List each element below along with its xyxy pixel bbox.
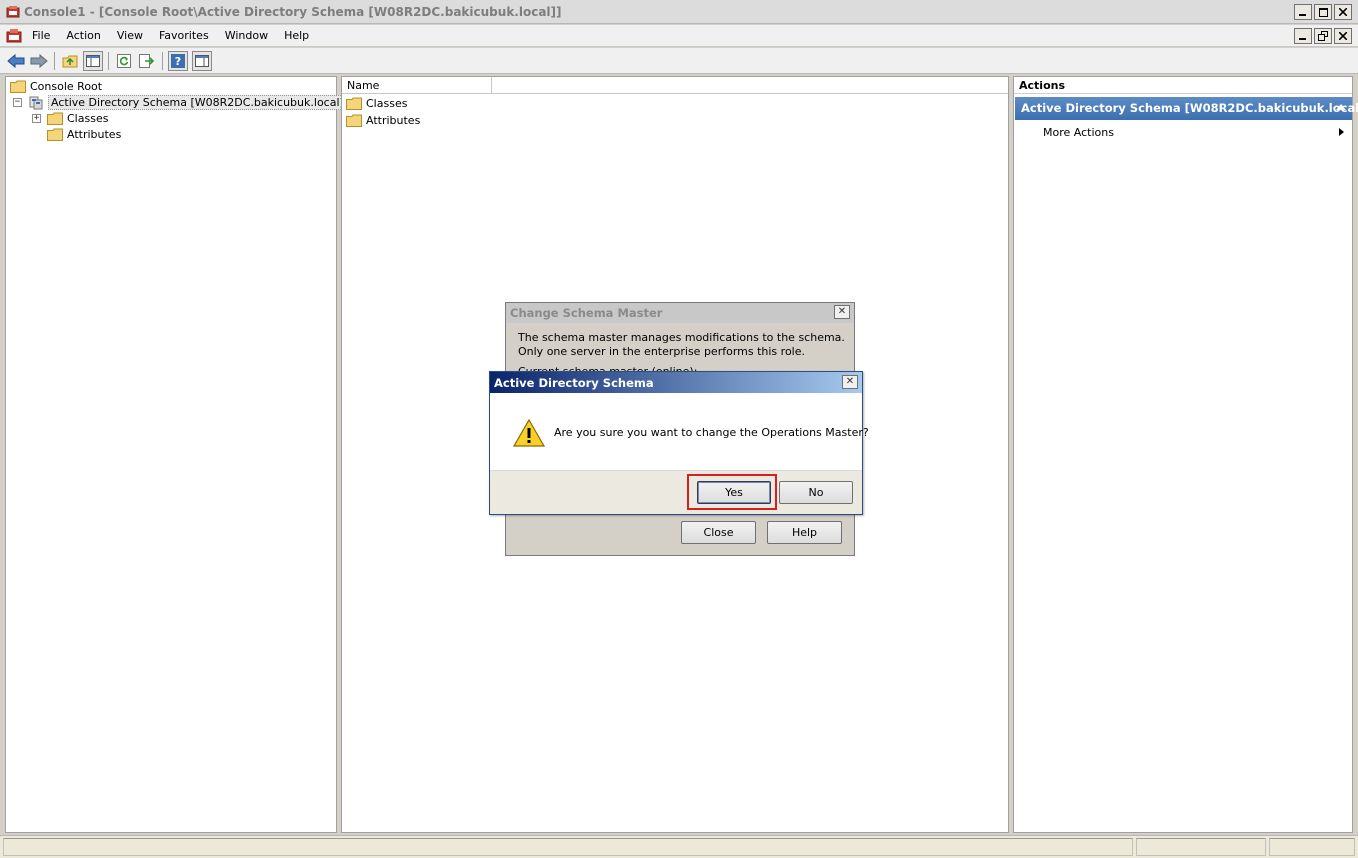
menu-action[interactable]: Action (58, 29, 108, 42)
list-column-header: Name (342, 77, 1008, 94)
more-actions-link[interactable]: More Actions (1043, 126, 1114, 139)
tree-node-label: Classes (67, 111, 109, 125)
tree-node-attributes[interactable]: Attributes (47, 126, 121, 142)
folder-icon (47, 112, 63, 125)
menu-window[interactable]: Window (217, 29, 276, 42)
help-dialog-button[interactable]: Help (767, 521, 842, 544)
menu-items: File Action View Favorites Window Help (24, 29, 317, 42)
show-hide-console-tree-button[interactable] (83, 51, 103, 71)
collapse-caret-icon[interactable] (1336, 104, 1346, 110)
confirm-message: Are you sure you want to change the Oper… (554, 426, 869, 439)
dialog-title: Change Schema Master (510, 306, 663, 320)
help-icon: ? (171, 54, 185, 68)
list-item[interactable]: Attributes (346, 112, 420, 128)
show-hide-action-pane-button[interactable] (192, 51, 212, 71)
schema-snapin-icon (28, 96, 44, 109)
help-button[interactable]: ? (168, 51, 188, 71)
dialog-close-button[interactable]: ✕ (834, 305, 850, 319)
tree-node-label: Attributes (67, 127, 122, 141)
toolbar: ? (0, 48, 1358, 74)
confirm-dialog-title-bar: Active Directory Schema ✕ (490, 372, 862, 393)
console-document-icon[interactable] (6, 28, 22, 44)
highlight-box (687, 474, 777, 510)
back-button[interactable] (6, 51, 26, 71)
tree-node-schema[interactable]: − Active Directory Schema [W08R2DC.bakic… (13, 94, 347, 110)
document-window-controls (1294, 28, 1352, 44)
minimize-button[interactable] (1294, 4, 1312, 20)
forward-button[interactable] (29, 51, 49, 71)
collapse-expander-icon[interactable]: − (13, 97, 22, 107)
folder-icon (346, 97, 362, 110)
actions-pane: Actions Active Directory Schema [W08R2DC… (1013, 76, 1358, 833)
confirm-dialog-title: Active Directory Schema (494, 376, 654, 390)
submenu-arrow-icon[interactable] (1339, 128, 1344, 136)
list-item[interactable]: Classes (346, 95, 407, 111)
close-button[interactable]: Close (681, 521, 756, 544)
status-cell (3, 838, 1133, 856)
doc-close-button[interactable] (1334, 28, 1352, 44)
close-icon (1339, 8, 1347, 16)
status-bar (0, 835, 1358, 858)
close-window-button[interactable] (1334, 4, 1352, 20)
status-cell (1136, 838, 1266, 856)
column-header-name[interactable]: Name (342, 77, 492, 94)
minimize-icon (1299, 14, 1306, 16)
actions-section-header[interactable]: Active Directory Schema [W08R2DC.bakicub… (1015, 97, 1358, 120)
status-cell (1269, 838, 1355, 856)
dialog-title-bar: Change Schema Master ✕ (506, 303, 854, 323)
action-pane-icon (195, 55, 209, 67)
tree-node-label: Console Root (30, 79, 103, 93)
console-tree-pane: Console Root − Active Directory Schema [… (5, 76, 347, 833)
svg-text:?: ? (175, 55, 181, 68)
folder-icon (346, 114, 362, 127)
window-title: Console1 - [Console Root\Active Director… (24, 5, 562, 19)
menu-file[interactable]: File (24, 29, 58, 42)
menu-favorites[interactable]: Favorites (151, 29, 217, 42)
list-item-label: Classes (366, 96, 408, 110)
folder-up-icon (62, 55, 78, 68)
confirm-button-area: Yes No (490, 470, 862, 514)
no-button[interactable]: No (779, 481, 853, 504)
close-icon (1339, 32, 1347, 40)
confirm-dialog-close-button[interactable]: ✕ (842, 375, 858, 389)
menu-help[interactable]: Help (276, 29, 317, 42)
toolbar-separator (54, 52, 55, 70)
maximize-icon (1318, 7, 1328, 17)
forward-arrow-icon (30, 54, 48, 68)
expand-expander-icon[interactable]: + (32, 113, 41, 123)
folder-icon (10, 80, 26, 93)
export-list-button[interactable] (137, 51, 157, 71)
tree-node-classes[interactable]: + Classes (32, 110, 108, 126)
up-one-level-button[interactable] (60, 51, 80, 71)
minimize-icon (1299, 38, 1306, 40)
toolbar-separator (162, 52, 163, 70)
warning-icon (513, 418, 545, 447)
toolbar-separator (108, 52, 109, 70)
export-list-icon (139, 54, 155, 68)
refresh-icon (117, 54, 131, 68)
title-bar: Console1 - [Console Root\Active Director… (0, 0, 1358, 24)
doc-minimize-button[interactable] (1294, 28, 1312, 44)
menu-bar: File Action View Favorites Window Help (0, 25, 1358, 47)
dialog-description: The schema master manages modifications … (518, 331, 845, 358)
tree-node-label: Active Directory Schema [W08R2DC.bakicub… (48, 94, 347, 110)
actions-section-label: Active Directory Schema [W08R2DC.bakicub… (1021, 101, 1358, 115)
doc-restore-button[interactable] (1314, 28, 1332, 44)
back-arrow-icon (7, 54, 25, 68)
list-item-label: Attributes (366, 113, 421, 127)
restore-icon (1318, 31, 1328, 41)
maximize-button[interactable] (1314, 4, 1332, 20)
confirm-dialog: Active Directory Schema ✕ Are you sure y… (489, 371, 869, 515)
menu-view[interactable]: View (109, 29, 151, 42)
tree-node-console-root[interactable]: Console Root (10, 78, 102, 94)
window-controls (1294, 4, 1352, 20)
mmc-app-icon (6, 6, 20, 18)
refresh-button[interactable] (114, 51, 134, 71)
console-tree-icon (86, 55, 100, 67)
folder-icon (47, 128, 63, 141)
actions-pane-title: Actions (1014, 77, 1352, 94)
